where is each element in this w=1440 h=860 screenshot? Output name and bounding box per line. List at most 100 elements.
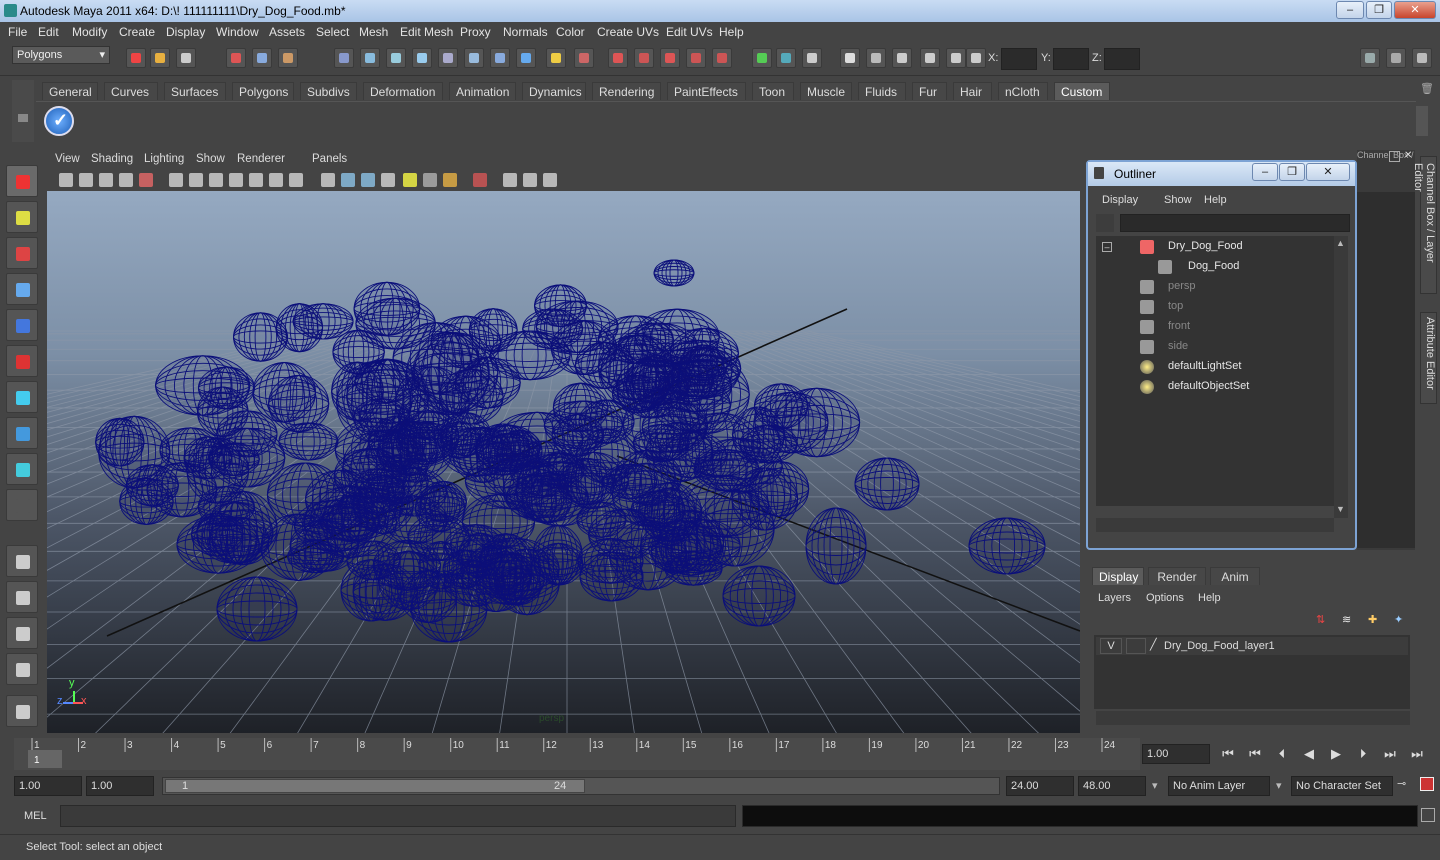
new-scene-icon[interactable] [126,48,146,68]
new-layer-icon[interactable]: ✚ [1368,613,1384,629]
textured-icon[interactable] [361,173,375,187]
snap-surface-icon[interactable] [438,48,458,68]
command-input[interactable] [60,805,736,827]
layer-visibility-toggle[interactable]: V [1100,638,1122,654]
step-forward-key-icon[interactable]: ⏭ [1380,746,1400,764]
viewport-menu-shading[interactable]: Shading [91,153,133,165]
outliner-menu-display[interactable]: Display [1102,194,1138,206]
shelf-tab-custom[interactable]: Custom [1054,82,1110,100]
bookmark-icon[interactable] [79,173,93,187]
x-coordinate-field[interactable] [1001,48,1037,70]
graph-editor-layout-icon[interactable] [6,695,38,727]
play-forwards-icon[interactable]: ▶ [1326,746,1346,764]
shelf-tab-toon[interactable]: Toon [752,82,794,100]
image-plane-icon[interactable] [99,173,113,187]
menu-edit-uvs[interactable]: Edit UVs [666,25,713,39]
menu-set-dropdown[interactable]: Polygons ▾ [12,46,110,64]
play-backwards-icon[interactable]: ◀ [1299,746,1319,764]
shelf-scroll[interactable] [1416,106,1428,136]
menu-display[interactable]: Display [166,25,205,39]
xray-icon[interactable] [503,173,517,187]
grease-pencil-icon[interactable] [139,173,153,187]
outliner-item[interactable]: Dog_Food [1096,258,1334,276]
lock-icon[interactable] [546,48,566,68]
lasso-tool-icon[interactable] [6,201,38,233]
xray-components-icon[interactable] [543,173,557,187]
layer-menu-layers[interactable]: Layers [1098,592,1131,604]
menu-create-uvs[interactable]: Create UVs [597,25,659,39]
outliner-item[interactable]: persp [1096,278,1334,296]
shelf-tab-dynamics[interactable]: Dynamics [522,82,586,100]
current-frame-field[interactable]: 1.00 [1142,744,1210,764]
snap-curve-icon[interactable] [360,48,380,68]
tool-settings-toggle-icon[interactable] [1386,48,1406,68]
shelf-tab-rendering[interactable]: Rendering [592,82,661,100]
save-scene-icon[interactable] [176,48,196,68]
layer-move-up-icon[interactable]: ⇅ [1316,613,1332,629]
batch-icon[interactable] [920,48,940,68]
scale-tool-icon[interactable] [6,345,38,377]
outliner-search-field[interactable] [1120,214,1350,232]
select-object-icon[interactable] [252,48,272,68]
shelf-tab-animation[interactable]: Animation [449,82,516,100]
isolate-select-icon[interactable] [473,173,487,187]
render-view-icon[interactable] [866,48,886,68]
move-tool-icon[interactable] [6,273,38,305]
hypershade-icon[interactable] [840,48,860,68]
quick-render-icon[interactable] [892,48,912,68]
shelf-tab-general[interactable]: General [42,82,98,100]
menu-edit-mesh[interactable]: Edit Mesh [400,25,453,39]
render-settings-icon[interactable] [802,48,822,68]
menu-color[interactable]: Color [556,25,585,39]
viewport-menu-panels[interactable]: Panels [312,153,347,165]
safe-action-icon[interactable] [269,173,283,187]
input-ops-icon[interactable] [464,48,484,68]
layer-menu-help[interactable]: Help [1198,592,1221,604]
channel-box-toggle-icon[interactable] [1360,48,1380,68]
safe-title-icon[interactable] [289,173,303,187]
menu-modify[interactable]: Modify [72,25,107,39]
outliner-item[interactable]: side [1096,338,1334,356]
outliner-item[interactable]: Dry_Dog_Food [1096,238,1334,256]
step-forward-frame-icon[interactable]: ⏵ [1353,746,1373,764]
snap-grid-icon[interactable] [334,48,354,68]
empty-tool-slot-icon[interactable] [6,489,38,521]
layer-horizontal-scrollbar[interactable] [1096,711,1410,725]
magnet-point-icon[interactable] [660,48,680,68]
layer-row[interactable]: V ╱ Dry_Dog_Food_layer1 [1096,637,1408,655]
use-default-light-icon[interactable] [403,173,417,187]
menu-window[interactable]: Window [216,25,259,39]
snap-view-icon[interactable] [412,48,432,68]
viewport-menu-show[interactable]: Show [196,153,225,165]
magnet-curve-icon[interactable] [634,48,654,68]
close-button[interactable]: ✕ [1394,1,1436,19]
magnet-live-icon[interactable] [712,48,732,68]
shelf-tab-hair[interactable]: Hair [953,82,992,100]
playback-end-field[interactable]: 24.00 [1006,776,1074,796]
magnet-icon[interactable] [608,48,628,68]
output-ops-icon[interactable] [490,48,510,68]
ipr-render-icon[interactable] [776,48,796,68]
command-language-label[interactable]: MEL [24,810,47,822]
step-back-frame-icon[interactable]: ⏴ [1272,746,1292,764]
last-tool-icon[interactable] [6,453,38,485]
collapse-toggle-icon[interactable]: – [1102,242,1112,252]
film-gate-icon[interactable] [189,173,203,187]
manipulator-tool-icon[interactable] [6,381,38,413]
go-to-end-icon[interactable]: ⏭ [1407,746,1427,764]
outliner-maximize-button[interactable]: ❐ [1279,163,1305,181]
trash-icon[interactable]: 🗑 [1420,82,1434,96]
range-slider[interactable]: 1 24 [162,777,1000,795]
outliner-minimize-button[interactable]: – [1252,163,1278,181]
wireframe-icon[interactable] [321,173,335,187]
layer-menu-options[interactable]: Options [1146,592,1184,604]
viewport-menu-view[interactable]: View [55,153,80,165]
outliner-item[interactable]: defaultLightSet [1096,358,1334,376]
shelf-tab-deformation[interactable]: Deformation [363,82,443,100]
menu-assets[interactable]: Assets [269,25,305,39]
grid-icon[interactable] [169,173,183,187]
outliner-item[interactable]: top [1096,298,1334,316]
shadows-icon[interactable] [443,173,457,187]
persp-outliner-layout-icon[interactable] [6,653,38,685]
checker-icon[interactable] [381,173,395,187]
